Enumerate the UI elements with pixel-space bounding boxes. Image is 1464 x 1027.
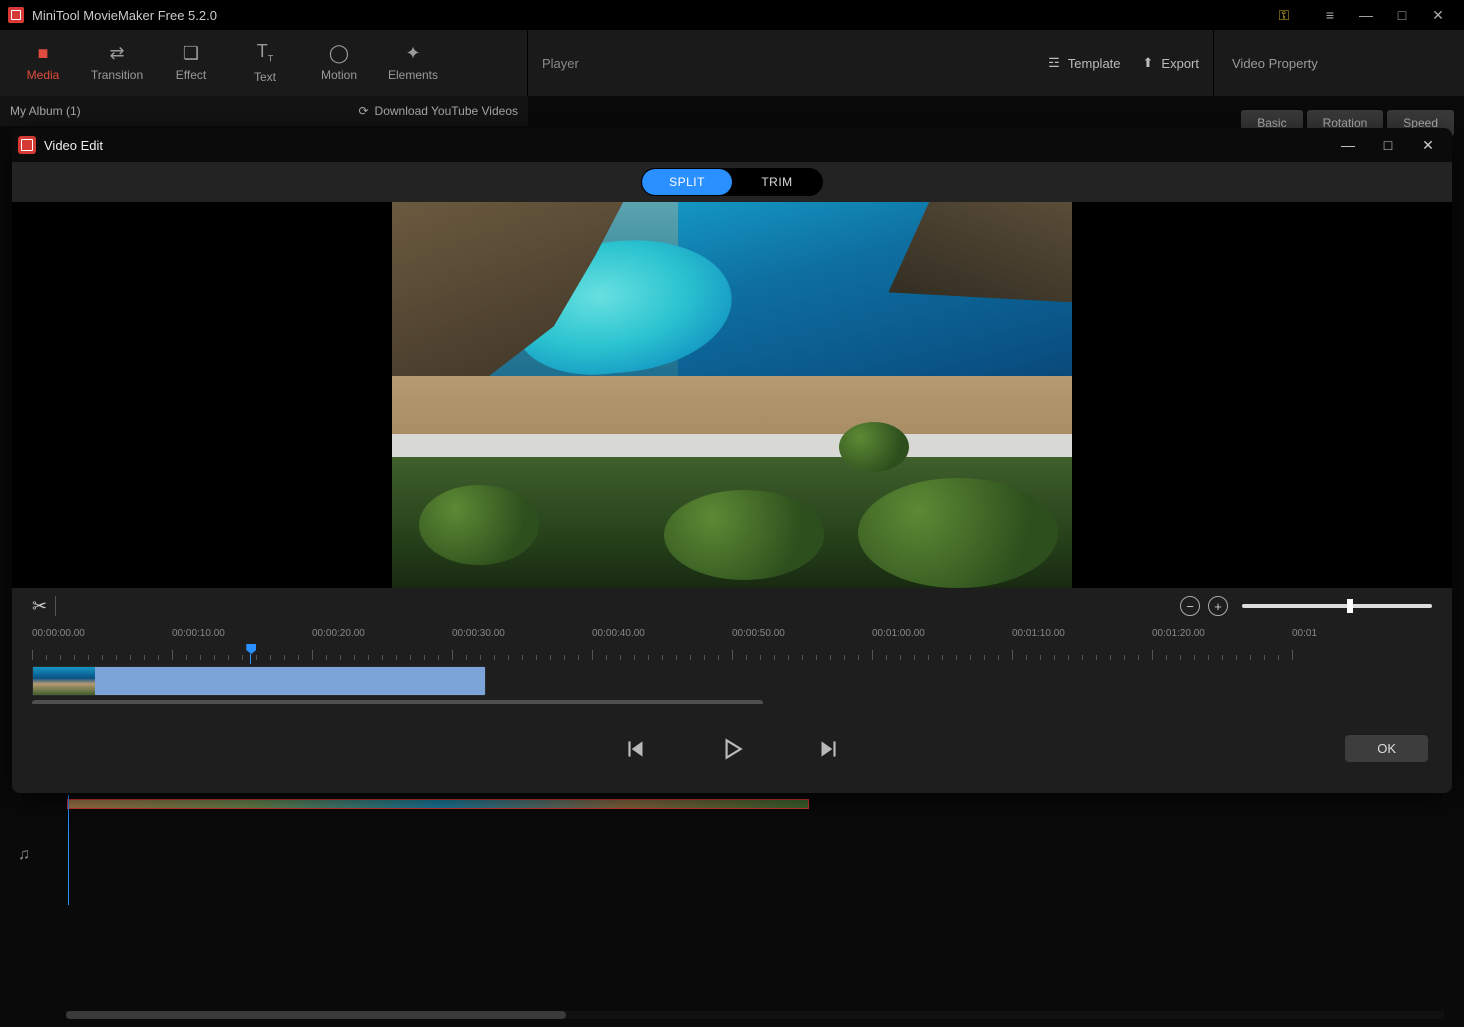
tab-text-label: Text xyxy=(254,70,276,84)
tick-label: 00:01:10.00 xyxy=(1012,628,1065,639)
split-trim-segment: SPLIT TRIM xyxy=(641,168,823,196)
preview-frame xyxy=(392,202,1072,588)
app-logo-icon xyxy=(8,7,24,23)
video-edit-modal: Video Edit — □ ✕ SPLIT TRIM ✂ − + 00:00:… xyxy=(12,128,1452,793)
tab-transition-label: Transition xyxy=(91,68,143,82)
tab-effect-label: Effect xyxy=(176,68,206,82)
tab-elements[interactable]: ✦ Elements xyxy=(376,30,450,96)
album-label[interactable]: My Album (1) xyxy=(10,104,81,118)
main-titlebar: MiniTool MovieMaker Free 5.2.0 ⚿ ≡ — □ ✕ xyxy=(0,0,1464,30)
export-icon: ⬆ xyxy=(1143,55,1154,71)
video-clip[interactable] xyxy=(32,666,486,696)
zoom-slider-thumb[interactable] xyxy=(1347,599,1353,613)
elements-icon: ✦ xyxy=(405,44,420,62)
music-track-icon[interactable]: ♫ xyxy=(18,846,30,864)
modal-title: Video Edit xyxy=(44,138,103,153)
motion-icon: ◯ xyxy=(329,44,349,62)
transition-icon: ⇄ xyxy=(109,44,124,62)
tick-label: 00:00:50.00 xyxy=(732,628,785,639)
minimize-button[interactable]: — xyxy=(1348,0,1384,30)
download-label: Download YouTube Videos xyxy=(375,104,518,118)
tick-label: 00:00:00.00 xyxy=(32,628,85,639)
modal-logo-icon xyxy=(18,136,36,154)
tab-media[interactable]: ■ Media xyxy=(6,30,80,96)
video-property-title: Video Property xyxy=(1232,56,1318,71)
template-label: Template xyxy=(1068,56,1121,71)
trim-button[interactable]: TRIM xyxy=(732,169,822,195)
modal-titlebar: Video Edit — □ ✕ xyxy=(12,128,1452,162)
tick-label: 00:01:20.00 xyxy=(1152,628,1205,639)
main-toolbar: ■ Media ⇄ Transition ❏ Effect TT Text ◯ … xyxy=(0,30,1464,96)
tab-transition[interactable]: ⇄ Transition xyxy=(80,30,154,96)
tab-media-label: Media xyxy=(27,68,60,82)
next-frame-button[interactable] xyxy=(815,736,841,762)
tick-label: 00:00:40.00 xyxy=(592,628,645,639)
key-icon[interactable]: ⚿ xyxy=(1266,0,1302,30)
export-button[interactable]: ⬆ Export xyxy=(1143,55,1199,71)
app-title: MiniTool MovieMaker Free 5.2.0 xyxy=(32,8,217,23)
album-row: My Album (1) ⟳ Download YouTube Videos xyxy=(0,96,528,126)
prev-frame-button[interactable] xyxy=(623,736,649,762)
tick-label: 00:01 xyxy=(1292,628,1317,639)
tab-elements-label: Elements xyxy=(388,68,438,82)
download-icon: ⟳ xyxy=(358,104,368,118)
split-cursor-line xyxy=(55,596,56,616)
template-button[interactable]: ☲ Template xyxy=(1048,55,1120,71)
video-preview xyxy=(12,202,1452,588)
playback-controls: OK xyxy=(12,704,1452,793)
zoom-in-button[interactable]: + xyxy=(1208,596,1228,616)
timeline-tools-row: ✂ − + xyxy=(12,588,1452,624)
play-button[interactable] xyxy=(719,736,745,762)
tab-text[interactable]: TT Text xyxy=(228,30,302,96)
export-label: Export xyxy=(1161,56,1199,71)
download-youtube-button[interactable]: ⟳ Download YouTube Videos xyxy=(358,104,518,118)
layers-icon: ☲ xyxy=(1048,55,1060,71)
split-button[interactable]: SPLIT xyxy=(642,169,732,195)
ok-button[interactable]: OK xyxy=(1345,735,1428,762)
tab-motion-label: Motion xyxy=(321,68,357,82)
close-button[interactable]: ✕ xyxy=(1420,0,1456,30)
main-timeline-clip[interactable] xyxy=(68,800,808,808)
tab-effect[interactable]: ❏ Effect xyxy=(154,30,228,96)
scissors-icon[interactable]: ✂ xyxy=(32,596,47,617)
tick-label: 00:00:10.00 xyxy=(172,628,225,639)
zoom-slider[interactable] xyxy=(1242,604,1432,608)
zoom-out-button[interactable]: − xyxy=(1180,596,1200,616)
maximize-button[interactable]: □ xyxy=(1384,0,1420,30)
tab-motion[interactable]: ◯ Motion xyxy=(302,30,376,96)
timeline-track[interactable] xyxy=(12,664,1452,704)
modal-close-button[interactable]: ✕ xyxy=(1408,128,1448,162)
hamburger-icon[interactable]: ≡ xyxy=(1312,0,1348,30)
main-timeline-scrollbar[interactable] xyxy=(66,1011,1444,1019)
main-timeline-playhead[interactable] xyxy=(68,795,69,905)
effect-icon: ❏ xyxy=(183,44,199,62)
tick-label: 00:01:00.00 xyxy=(872,628,925,639)
tick-label: 00:00:20.00 xyxy=(312,628,365,639)
player-label: Player xyxy=(542,56,579,71)
modal-minimize-button[interactable]: — xyxy=(1328,128,1368,162)
modal-maximize-button[interactable]: □ xyxy=(1368,128,1408,162)
timeline-ruler[interactable]: 00:00:00.00 00:00:10.00 00:00:20.00 00:00:3… xyxy=(12,624,1452,664)
tick-label: 00:00:30.00 xyxy=(452,628,505,639)
text-icon: TT xyxy=(257,42,274,64)
folder-icon: ■ xyxy=(38,44,49,62)
